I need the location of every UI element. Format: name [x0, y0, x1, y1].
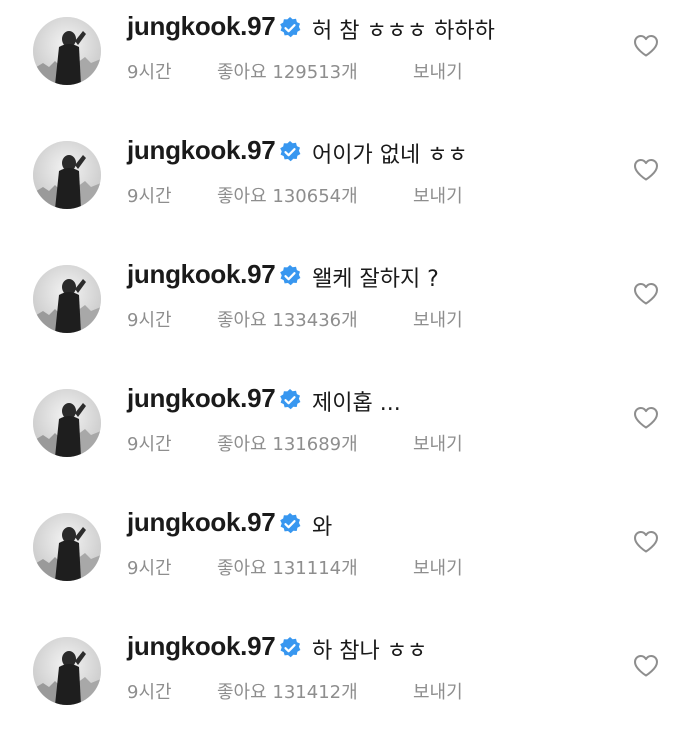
comment-text: 하 참나 ㅎㅎ — [312, 639, 428, 664]
verified-badge-icon — [278, 388, 302, 412]
send-button[interactable]: 보내기 — [413, 58, 463, 84]
like-count[interactable]: 좋아요 131114개 — [217, 554, 358, 580]
comment-item: jungkook.97 하 참나 ㅎㅎ 9시간 좋아요 131412개 보내기 — [0, 620, 700, 744]
comment-item: jungkook.97 어이가 없네 ㅎㅎ 9시간 좋아요 130654개 보내… — [0, 124, 700, 248]
avatar[interactable] — [33, 17, 101, 85]
like-count[interactable]: 좋아요 133436개 — [217, 306, 358, 332]
verified-badge-icon — [278, 264, 302, 288]
like-count[interactable]: 좋아요 131689개 — [217, 430, 358, 456]
avatar[interactable] — [33, 389, 101, 457]
avatar[interactable] — [33, 637, 101, 705]
send-button[interactable]: 보내기 — [413, 430, 463, 456]
comment-text: 와 — [312, 515, 333, 540]
username[interactable]: jungkook.97 — [127, 135, 276, 166]
heart-outline-icon[interactable] — [633, 530, 659, 554]
comment-item: jungkook.97 허 참 ㅎㅎㅎ 하하하 9시간 좋아요 129513개 … — [0, 0, 700, 124]
comment-text: 제이홉 ... — [312, 391, 401, 416]
like-count[interactable]: 좋아요 131412개 — [217, 678, 358, 704]
username[interactable]: jungkook.97 — [127, 259, 276, 290]
comment-item: jungkook.97 와 9시간 좋아요 131114개 보내기 — [0, 496, 700, 620]
comment-time: 9시간 — [127, 62, 172, 83]
comment-time: 9시간 — [127, 310, 172, 331]
send-button[interactable]: 보내기 — [413, 554, 463, 580]
comment-time: 9시간 — [127, 434, 172, 455]
avatar[interactable] — [33, 265, 101, 333]
avatar[interactable] — [33, 141, 101, 209]
verified-badge-icon — [278, 512, 302, 536]
username[interactable]: jungkook.97 — [127, 383, 276, 414]
comment-time: 9시간 — [127, 186, 172, 207]
username[interactable]: jungkook.97 — [127, 11, 276, 42]
comment-item: jungkook.97 왤케 잘하지 ? 9시간 좋아요 133436개 보내기 — [0, 248, 700, 372]
comment-item: jungkook.97 제이홉 ... 9시간 좋아요 131689개 보내기 — [0, 372, 700, 496]
comment-text: 허 참 ㅎㅎㅎ 하하하 — [312, 19, 495, 44]
verified-badge-icon — [278, 16, 302, 40]
heart-outline-icon[interactable] — [633, 654, 659, 678]
like-count[interactable]: 좋아요 130654개 — [217, 182, 358, 208]
verified-badge-icon — [278, 140, 302, 164]
comment-text: 어이가 없네 ㅎㅎ — [312, 143, 468, 168]
username[interactable]: jungkook.97 — [127, 631, 276, 662]
heart-outline-icon[interactable] — [633, 34, 659, 58]
send-button[interactable]: 보내기 — [413, 306, 463, 332]
heart-outline-icon[interactable] — [633, 158, 659, 182]
send-button[interactable]: 보내기 — [413, 678, 463, 704]
comment-time: 9시간 — [127, 682, 172, 703]
send-button[interactable]: 보내기 — [413, 182, 463, 208]
verified-badge-icon — [278, 636, 302, 660]
comment-time: 9시간 — [127, 558, 172, 579]
heart-outline-icon[interactable] — [633, 282, 659, 306]
like-count[interactable]: 좋아요 129513개 — [217, 58, 358, 84]
username[interactable]: jungkook.97 — [127, 507, 276, 538]
comment-text: 왤케 잘하지 ? — [312, 267, 439, 292]
avatar[interactable] — [33, 513, 101, 581]
heart-outline-icon[interactable] — [633, 406, 659, 430]
